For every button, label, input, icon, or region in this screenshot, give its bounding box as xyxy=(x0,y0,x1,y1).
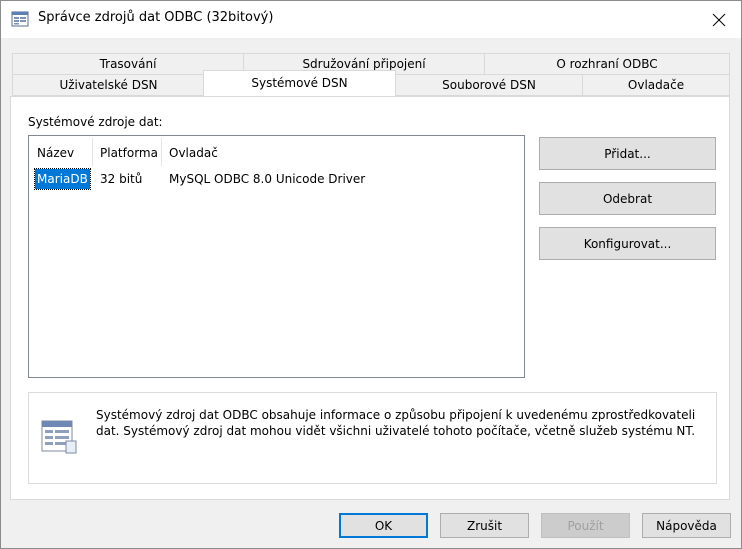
close-button[interactable] xyxy=(697,1,741,38)
info-box: Systémový zdroj dat ODBC obsahuje inform… xyxy=(28,392,717,484)
remove-button[interactable]: Odebrat xyxy=(539,182,716,215)
column-header-platform[interactable]: Platforma xyxy=(92,136,162,168)
tab-drivers[interactable]: Ovladače xyxy=(582,74,730,96)
tab-about[interactable]: O rozhraní ODBC xyxy=(484,53,730,75)
help-button[interactable]: Nápověda xyxy=(642,513,731,538)
add-button[interactable]: Přidat... xyxy=(539,137,716,170)
configure-button[interactable]: Konfigurovat... xyxy=(539,227,716,260)
row-platform-cell: 32 bitů xyxy=(100,172,143,186)
datasource-list[interactable]: Název Platforma Ovladač MariaDB 32 bitů … xyxy=(28,135,525,378)
apply-button[interactable]: Použít xyxy=(541,513,630,538)
tab-file-dsn[interactable]: Souborové DSN xyxy=(395,74,583,96)
window-title: Správce zdrojů dat ODBC (32bitový) xyxy=(38,10,274,25)
list-header: Název Platforma Ovladač xyxy=(29,136,524,168)
odbc-dialog-window: Správce zdrojů dat ODBC (32bitový) Traso… xyxy=(0,0,742,549)
datasource-info-icon xyxy=(41,420,77,454)
row-name-cell[interactable]: MariaDB xyxy=(34,168,91,190)
column-header-name[interactable]: Název xyxy=(29,136,89,168)
close-icon xyxy=(712,13,726,26)
info-text: Systémový zdroj dat ODBC obsahuje inform… xyxy=(96,408,696,438)
system-datasources-label: Systémové zdroje dat: xyxy=(28,115,163,129)
tab-user-dsn[interactable]: Uživatelské DSN xyxy=(12,74,205,96)
row-driver-cell: MySQL ODBC 8.0 Unicode Driver xyxy=(169,172,366,186)
cancel-button[interactable]: Zrušit xyxy=(440,513,529,538)
odbc-app-icon xyxy=(11,11,29,27)
ok-button[interactable]: OK xyxy=(339,513,428,538)
column-header-driver[interactable]: Ovladač xyxy=(161,136,361,168)
tab-system-dsn[interactable]: Systémové DSN xyxy=(203,70,396,96)
title-bar[interactable]: Správce zdrojů dat ODBC (32bitový) xyxy=(1,1,741,38)
